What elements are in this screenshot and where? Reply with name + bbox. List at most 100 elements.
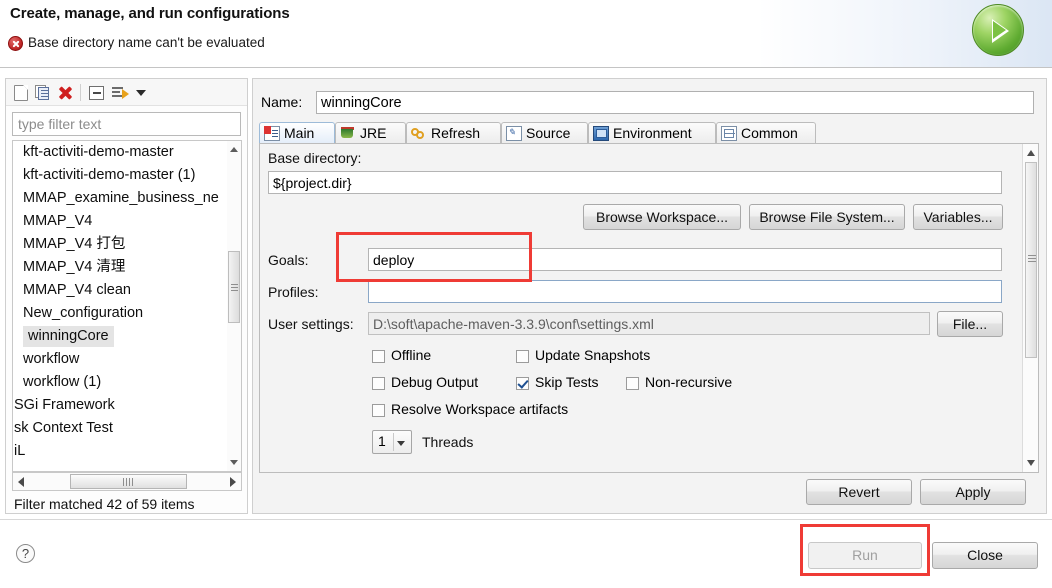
- scroll-left-arrow-icon[interactable]: [14, 474, 29, 489]
- list-item[interactable]: MMAP_V4: [13, 210, 241, 233]
- apply-button[interactable]: Apply: [920, 479, 1026, 505]
- checkbox-label: Resolve Workspace artifacts: [391, 401, 569, 417]
- list-item-label: workflow (1): [23, 374, 102, 390]
- run-configurations-dialog: Create, manage, and run configurations B…: [0, 0, 1052, 588]
- tab-label: Common: [741, 125, 798, 141]
- list-item[interactable]: iL: [13, 440, 241, 463]
- checkbox-label: Debug Output: [391, 374, 479, 390]
- list-item-label: sk Context Test: [14, 420, 113, 436]
- list-item[interactable]: workflow: [13, 348, 241, 371]
- list-item-label: MMAP_examine_business_ne: [23, 190, 219, 206]
- tab-jre[interactable]: JRE: [335, 122, 406, 144]
- list-horizontal-scrollbar[interactable]: [12, 472, 242, 491]
- list-item[interactable]: MMAP_V4 清理: [13, 256, 241, 279]
- help-question-icon[interactable]: ?: [16, 544, 35, 563]
- list-item[interactable]: kft-activiti-demo-master: [13, 141, 241, 164]
- threads-label: Threads: [422, 434, 474, 450]
- list-item-label: SGi Framework: [14, 397, 115, 413]
- name-label: Name:: [261, 94, 303, 110]
- list-item[interactable]: SGi Framework: [13, 394, 241, 417]
- list-item[interactable]: sk Context Test: [13, 417, 241, 440]
- duplicate-configuration-icon[interactable]: [35, 85, 50, 101]
- tab-bar: Main JRE Refresh ✎ Source Environment Co…: [259, 122, 1039, 144]
- tab-refresh[interactable]: Refresh: [406, 122, 501, 144]
- browse-workspace-button[interactable]: Browse Workspace...: [583, 204, 741, 230]
- footer-divider: [0, 519, 1052, 520]
- tab-label: Refresh: [431, 125, 481, 141]
- tab-environment[interactable]: Environment: [588, 122, 716, 144]
- main-tab-panel: Base directory: Browse Workspace... Brow…: [259, 143, 1039, 473]
- tab-common[interactable]: Common: [716, 122, 816, 144]
- profiles-label: Profiles:: [268, 284, 319, 300]
- error-circle-icon: [8, 36, 23, 51]
- checkbox-box[interactable]: [372, 404, 385, 417]
- main-tab-icon: [264, 126, 280, 141]
- toolbar-divider: [80, 84, 81, 101]
- configuration-list[interactable]: kft-activiti-demo-master kft-activiti-de…: [12, 140, 241, 472]
- scroll-up-arrow-icon[interactable]: [1024, 145, 1038, 160]
- threads-value: 1: [378, 433, 386, 449]
- list-item[interactable]: kft-activiti-demo-master (1): [13, 164, 241, 187]
- checkbox-box[interactable]: [372, 377, 385, 390]
- list-item-label: kft-activiti-demo-master: [23, 144, 174, 160]
- scroll-up-arrow-icon[interactable]: [227, 142, 240, 156]
- main-tab-form: Base directory: Browse Workspace... Brow…: [260, 144, 1011, 472]
- checkbox-label: Offline: [391, 347, 432, 363]
- list-item[interactable]: New_configuration: [13, 302, 241, 325]
- error-message: Base directory name can't be evaluated: [28, 35, 265, 50]
- list-item[interactable]: workflow (1): [13, 371, 241, 394]
- list-item-label: workflow: [23, 351, 80, 367]
- list-item[interactable]: MMAP_V4 clean: [13, 279, 241, 302]
- scrollbar-thumb[interactable]: [1025, 162, 1037, 358]
- chevron-down-icon: [397, 441, 405, 446]
- list-item-label: New_configuration: [23, 305, 144, 321]
- page-title: Create, manage, and run configurations: [10, 5, 290, 22]
- revert-button[interactable]: Revert: [806, 479, 912, 505]
- variables-button[interactable]: Variables...: [913, 204, 1003, 230]
- run-play-icon: [972, 4, 1024, 56]
- base-directory-label: Base directory:: [268, 150, 362, 166]
- delete-configuration-icon[interactable]: [58, 85, 73, 100]
- tab-main[interactable]: Main: [259, 122, 335, 144]
- user-settings-label: User settings:: [268, 316, 354, 332]
- collapse-all-icon[interactable]: [89, 86, 104, 100]
- refresh-tab-icon: [411, 126, 427, 141]
- user-settings-input[interactable]: [368, 312, 930, 335]
- checkbox-box[interactable]: [516, 377, 529, 390]
- base-directory-input[interactable]: [268, 171, 1002, 194]
- list-item[interactable]: MMAP_V4 打包: [13, 233, 241, 256]
- browse-file-system-button[interactable]: Browse File System...: [749, 204, 905, 230]
- checkbox-box[interactable]: [516, 350, 529, 363]
- tab-label: Environment: [613, 125, 692, 141]
- dialog-header: Create, manage, and run configurations B…: [0, 0, 1052, 68]
- checkbox-label: Update Snapshots: [535, 347, 651, 363]
- scroll-down-arrow-icon[interactable]: [1024, 456, 1038, 471]
- tab-source[interactable]: ✎ Source: [501, 122, 588, 144]
- view-menu-caret-icon[interactable]: [136, 88, 148, 100]
- profiles-input[interactable]: [368, 280, 1002, 303]
- file-button[interactable]: File...: [937, 311, 1003, 337]
- list-vertical-scrollbar[interactable]: [227, 140, 242, 472]
- form-vertical-scrollbar[interactable]: [1022, 144, 1038, 472]
- scroll-right-arrow-icon[interactable]: [225, 474, 240, 489]
- filter-input[interactable]: [12, 112, 241, 136]
- checkbox-box[interactable]: [626, 377, 639, 390]
- goals-label: Goals:: [268, 252, 309, 268]
- checkbox-box[interactable]: [372, 350, 385, 363]
- name-input[interactable]: [316, 91, 1034, 114]
- scroll-down-arrow-icon[interactable]: [227, 456, 240, 470]
- jre-tab-icon: [340, 126, 356, 141]
- list-item-winningcore[interactable]: winningCore: [13, 325, 241, 348]
- list-item[interactable]: MMAP_examine_business_ne: [13, 187, 241, 210]
- close-button[interactable]: Close: [932, 542, 1038, 569]
- new-configuration-icon[interactable]: [14, 85, 28, 101]
- scrollbar-thumb[interactable]: [70, 474, 187, 489]
- configuration-editor-panel: Name: Main JRE Refresh ✎ Source Environm…: [252, 78, 1047, 514]
- run-button-highlight: [800, 524, 930, 576]
- scrollbar-thumb[interactable]: [228, 251, 240, 323]
- list-item-label: MMAP_V4 clean: [23, 282, 131, 298]
- threads-dropdown[interactable]: 1: [372, 430, 412, 454]
- filter-icon[interactable]: [112, 85, 129, 100]
- common-tab-icon: [721, 126, 737, 141]
- tab-label: JRE: [360, 125, 387, 141]
